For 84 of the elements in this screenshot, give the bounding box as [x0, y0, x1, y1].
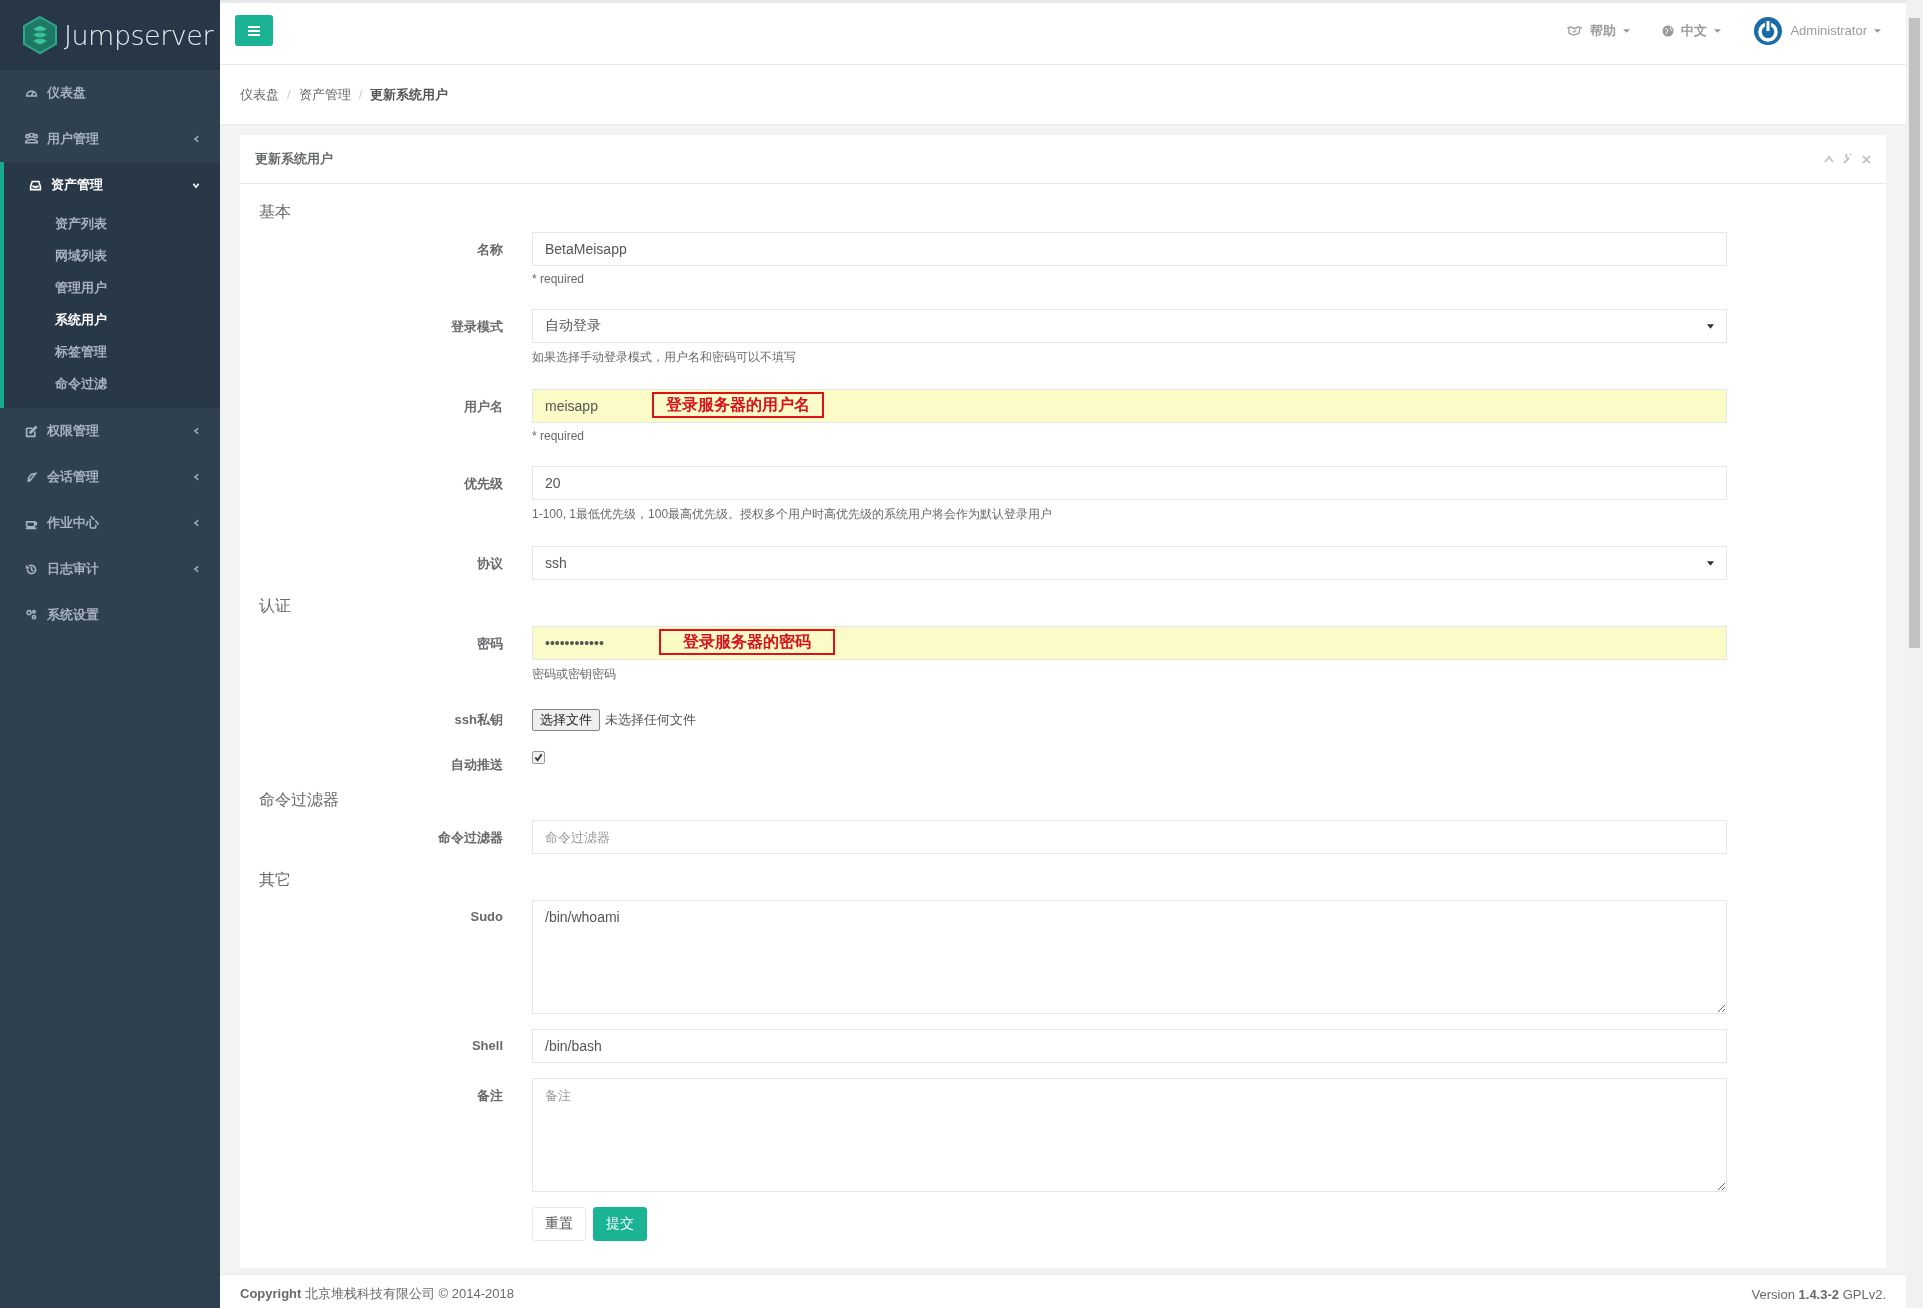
file-status: 未选择任何文件: [605, 711, 696, 729]
chevron-down-icon: [192, 181, 200, 189]
nav-item[interactable]: 资产管理: [4, 162, 220, 208]
nav-item[interactable]: 作业中心: [0, 500, 220, 546]
scrollbar[interactable]: [1906, 0, 1923, 1308]
history-icon: [25, 562, 38, 576]
submenu-item[interactable]: 资产列表: [4, 208, 220, 240]
nav-item[interactable]: 仪表盘: [0, 70, 220, 116]
field-label: ssh私钥: [453, 711, 503, 729]
input-field[interactable]: 命令过滤器: [532, 820, 1727, 854]
input-field[interactable]: BetaMeisapp: [532, 232, 1727, 266]
edit-icon: [25, 424, 38, 438]
submenu-item[interactable]: 管理用户: [4, 272, 220, 304]
users-icon: [25, 132, 38, 146]
menu-icon: [248, 25, 260, 36]
input-field[interactable]: 20: [532, 466, 1727, 500]
top-menu[interactable]: Administrator: [1753, 15, 1881, 46]
nav-item[interactable]: 用户管理: [0, 116, 220, 162]
caret-icon: [1874, 28, 1881, 33]
field-label: 名称: [476, 241, 503, 259]
logo-icon: [20, 15, 60, 55]
field-label: 协议: [476, 555, 503, 573]
avatar-icon: [1753, 15, 1784, 46]
choose-file-button[interactable]: 选择文件: [532, 709, 600, 731]
submenu-item[interactable]: 网域列表: [4, 240, 220, 272]
field-label: 密码: [476, 635, 503, 653]
help-text: 密码或密钥密码: [532, 666, 617, 683]
breadcrumb-separator: /: [358, 87, 363, 102]
field-label: 命令过滤器: [437, 829, 503, 847]
field-label: 自动推送: [450, 756, 503, 774]
menu-button[interactable]: [235, 15, 273, 46]
chevron-left-icon: [193, 135, 200, 143]
select-field[interactable]: 自动登录: [532, 309, 1727, 343]
brand-name: Jumpserver: [64, 19, 213, 51]
version-text: Version 1.4.3-2 GPLv2.: [1751, 1286, 1886, 1302]
section-title: 认证: [259, 596, 292, 616]
field-label: 登录模式: [450, 318, 503, 336]
top-menu[interactable]: 中文: [1662, 21, 1722, 40]
caret-icon: [1707, 560, 1714, 566]
section-title: 其它: [259, 870, 292, 890]
chevron-left-icon: [193, 473, 200, 481]
breadcrumb-link[interactable]: 仪表盘: [240, 85, 279, 104]
inbox-icon: [29, 178, 42, 192]
field-label: Sudo: [469, 908, 503, 926]
select-field[interactable]: ssh: [532, 546, 1727, 580]
reset-button[interactable]: 重置: [532, 1207, 586, 1241]
close-icon[interactable]: [1862, 154, 1871, 164]
text-area[interactable]: 备注: [532, 1078, 1727, 1192]
help-text: 如果选择手动登录模式，用户名和密码可以不填写: [532, 349, 797, 366]
help-text: * required: [532, 429, 586, 445]
input-field[interactable]: /bin/bash: [532, 1029, 1727, 1063]
submenu-item[interactable]: 标签管理: [4, 336, 220, 368]
copyright-text: Copyright 北京堆栈科技有限公司 © 2014-2018: [240, 1285, 514, 1303]
chevron-up-icon[interactable]: [1824, 155, 1834, 163]
text-area[interactable]: /bin/whoami: [532, 900, 1727, 1014]
field-label: 用户名: [463, 398, 503, 416]
nav-item[interactable]: 系统设置: [0, 592, 220, 638]
submenu-item[interactable]: 系统用户: [4, 304, 220, 336]
annotation-label: 登录服务器的密码: [659, 629, 835, 655]
gears-icon: [25, 608, 38, 622]
breadcrumb-link[interactable]: 资产管理: [298, 85, 351, 104]
submenu-item[interactable]: 命令过滤: [4, 368, 220, 400]
rocket-icon: [25, 470, 38, 484]
section-title: 基本: [259, 202, 292, 222]
annotation-label: 登录服务器的用户名: [652, 392, 824, 418]
caret-icon: [1707, 323, 1714, 329]
panel-title: 更新系统用户: [255, 150, 333, 168]
chevron-left-icon: [193, 519, 200, 527]
nav-item[interactable]: 会话管理: [0, 454, 220, 500]
field-label: Shell: [470, 1037, 503, 1055]
nav-item[interactable]: 日志审计: [0, 546, 220, 592]
help-text: 1-100, 1最低优先级，100最高优先级。授权多个用户时高优先级的系统用户将会作为默认登录用户: [532, 506, 1054, 523]
help-text: * required: [532, 272, 586, 288]
globe-icon: [1662, 24, 1675, 37]
chevron-left-icon: [193, 565, 200, 573]
chevron-left-icon: [193, 427, 200, 435]
nav-item[interactable]: 权限管理: [0, 408, 220, 454]
field-label: 优先级: [462, 475, 503, 493]
caret-icon: [1714, 28, 1722, 33]
checkbox[interactable]: [532, 751, 545, 764]
section-title: 命令过滤器: [259, 790, 340, 810]
field-label: 备注: [476, 1087, 503, 1105]
breadcrumb-separator: /: [287, 87, 291, 102]
caret-icon: [1623, 28, 1631, 33]
